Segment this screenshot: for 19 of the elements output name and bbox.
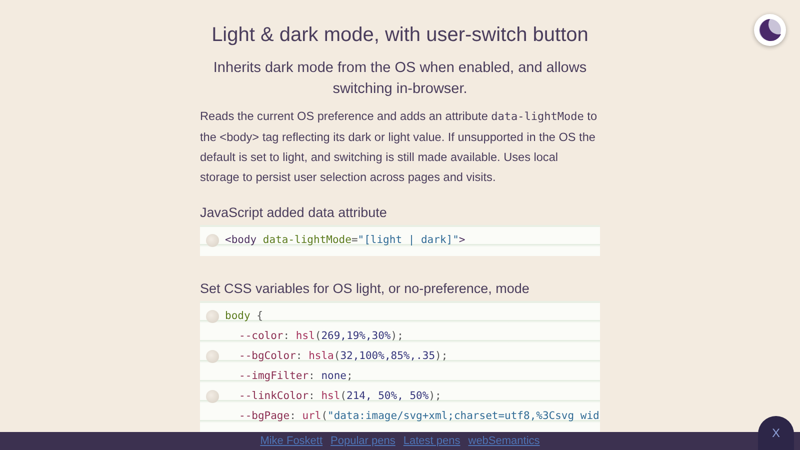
- page-title: Light & dark mode, with user-switch button: [210, 23, 590, 48]
- code-line: --linkColor: hsl(214, 50%, 50%);: [238, 390, 442, 402]
- footer-link[interactable]: Mike Foskett: [260, 435, 323, 447]
- footer-link[interactable]: webSemantics: [468, 435, 540, 447]
- moon-icon: [758, 18, 782, 42]
- footer-link[interactable]: Latest pens: [403, 435, 460, 447]
- page-subtitle: Inherits dark mode from the OS when enabled, and allows switching in-browser.: [212, 59, 588, 99]
- section-heading: Set CSS variables for OS light, or no-preference, mode: [200, 280, 530, 298]
- code-line: <body data-lightMode="[light | dark]">: [225, 234, 466, 246]
- intro-paragraph: Reads the current OS preference and adds an attribute data-lightMode to the <body> tag reflecting its dark or light value. If unsupported in the OS the default is set to light, and switching is still made available. Uses local storage to persist user selection across pages and visits.: [200, 108, 598, 186]
- theme-toggle-button[interactable]: [754, 14, 786, 46]
- section-heading: JavaScript added data attribute: [200, 204, 388, 222]
- code-line: --bgColor: hsla(32,100%,85%,.35);: [238, 350, 448, 362]
- code-line: body {: [225, 310, 263, 322]
- close-button[interactable]: X: [758, 416, 794, 450]
- code-line: --color: hsl(269,19%,30%);: [238, 330, 404, 342]
- footer-link[interactable]: Popular pens: [330, 435, 396, 447]
- code-line: --bgPage: url("data:image/svg+xml;charset=utf8,%3Csvg wid: [238, 410, 600, 422]
- code-line: --imgFilter: none;: [238, 370, 353, 382]
